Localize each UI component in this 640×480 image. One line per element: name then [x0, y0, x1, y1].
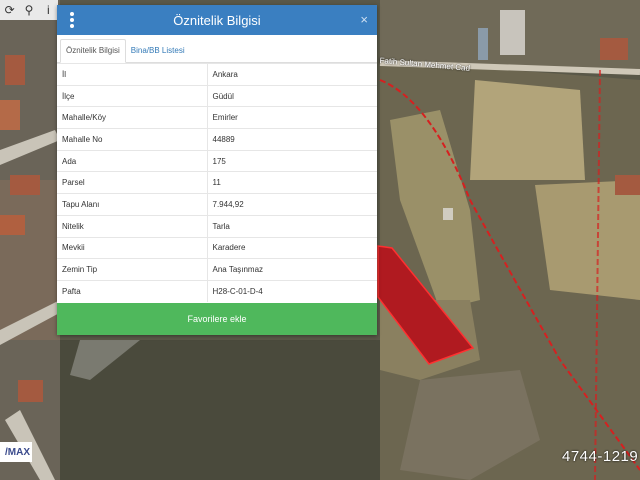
- row-key: İl: [57, 63, 208, 86]
- tab-building-list[interactable]: Bina/BB Listesi: [126, 40, 190, 62]
- attribute-info-panel: Öznitelik Bilgisi × Öznitelik Bilgisi Bi…: [57, 5, 377, 335]
- row-key: Mevkii: [57, 236, 208, 259]
- add-to-favorites-button[interactable]: Favorilere ekle: [57, 303, 377, 335]
- table-row: Pafta H28-C-01-D-4: [57, 279, 377, 303]
- table-row: Ada 175: [57, 149, 377, 172]
- row-value: 7.944,92: [207, 193, 377, 216]
- table-row: Parsel 11: [57, 171, 377, 194]
- row-key: İlçe: [57, 84, 208, 107]
- table-row: Mahalle/Köy Emirler: [57, 106, 377, 129]
- table-row: İlçe Güdül: [57, 84, 377, 107]
- table-row: Mahalle No 44889: [57, 128, 377, 151]
- row-value: H28-C-01-D-4: [207, 279, 377, 303]
- row-value: Güdül: [207, 84, 377, 107]
- tab-attribute-info[interactable]: Öznitelik Bilgisi: [60, 39, 126, 63]
- row-key: Tapu Alanı: [57, 193, 208, 216]
- table-row: Zemin Tip Ana Taşınmaz: [57, 258, 377, 281]
- table-row: Tapu Alanı 7.944,92: [57, 193, 377, 216]
- table-row: Nitelik Tarla: [57, 214, 377, 237]
- watermark-logo: /MAX: [0, 442, 32, 462]
- attribute-table: İl Ankara İlçe Güdül Mahalle/Köy Emirler Mahal…: [57, 63, 377, 303]
- refresh-icon[interactable]: ⟳: [3, 3, 17, 17]
- row-key: Parsel: [57, 171, 208, 194]
- row-value: Ankara: [207, 63, 377, 86]
- pin-icon[interactable]: ⚲: [22, 3, 36, 17]
- row-key: Mahalle No: [57, 128, 208, 151]
- phone-number: 4744-1219: [562, 448, 639, 465]
- vertical-dots-menu-icon[interactable]: [65, 11, 79, 29]
- panel-header: Öznitelik Bilgisi ×: [57, 5, 377, 35]
- panel-tabs: Öznitelik Bilgisi Bina/BB Listesi: [57, 35, 377, 63]
- row-value: Karadere: [207, 236, 377, 259]
- panel-title: Öznitelik Bilgisi: [173, 12, 261, 28]
- row-key: Zemin Tip: [57, 258, 208, 281]
- info-icon[interactable]: i: [41, 3, 55, 17]
- row-key: Ada: [57, 149, 208, 172]
- row-value: Tarla: [207, 214, 377, 237]
- row-value: 11: [207, 171, 377, 194]
- map-toolbar: ⟳ ⚲ i: [0, 0, 58, 20]
- row-key: Pafta: [57, 279, 208, 303]
- row-value: 175: [207, 149, 377, 172]
- row-key: Nitelik: [57, 214, 208, 237]
- row-key: Mahalle/Köy: [57, 106, 208, 129]
- table-row: İl Ankara: [57, 63, 377, 86]
- table-row: Mevkii Karadere: [57, 236, 377, 259]
- close-icon[interactable]: ×: [360, 12, 368, 27]
- row-value: Ana Taşınmaz: [207, 258, 377, 281]
- row-value: Emirler: [207, 106, 377, 129]
- row-value: 44889: [207, 128, 377, 151]
